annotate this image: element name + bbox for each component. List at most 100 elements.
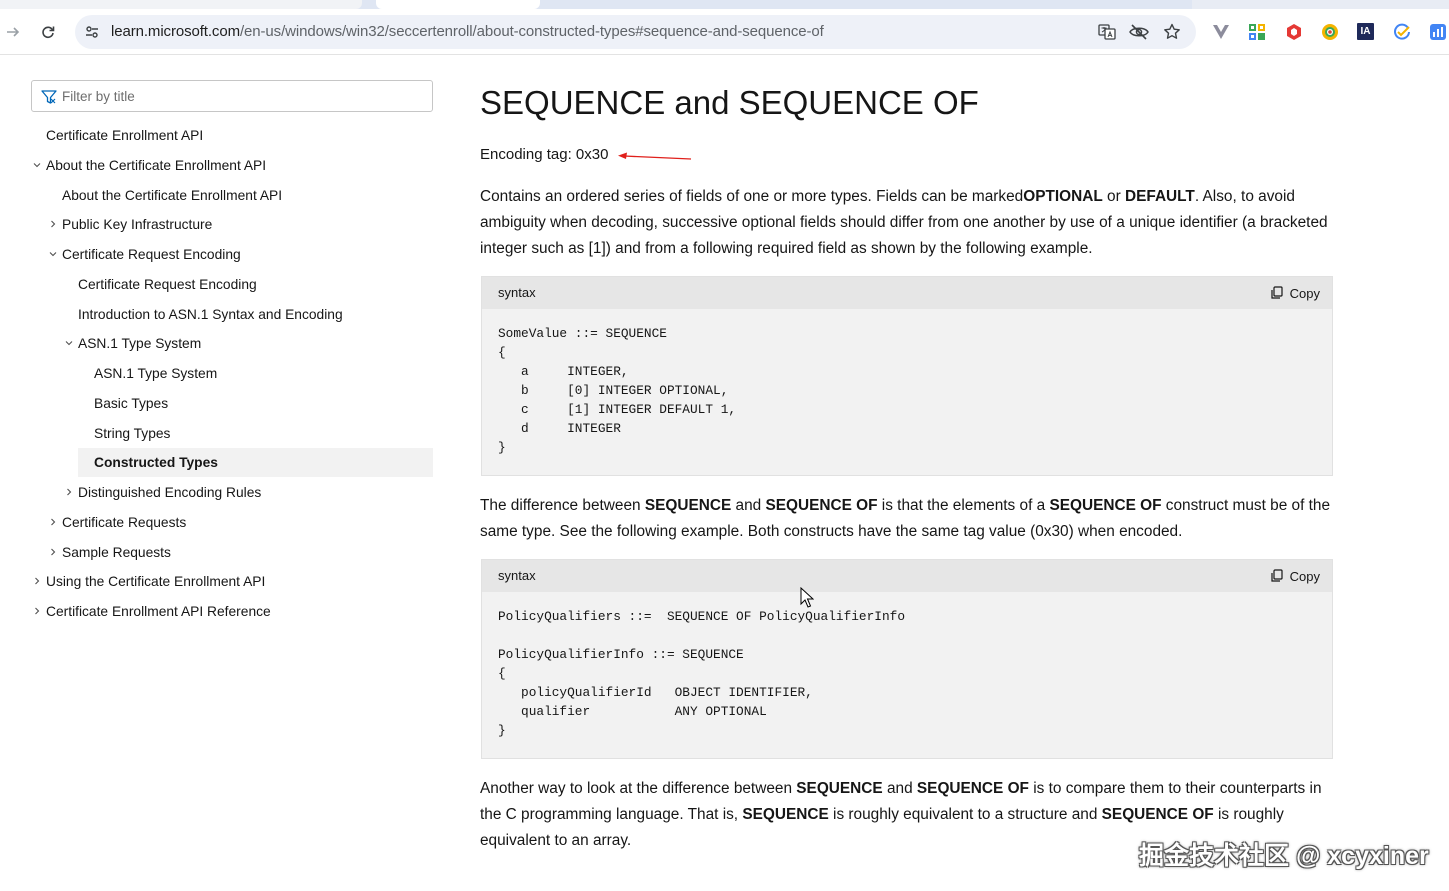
copy-label: Copy — [1289, 568, 1320, 584]
bold-term: OPTIONAL — [1023, 188, 1103, 205]
code-text[interactable]: PolicyQualifiers ::= SEQUENCE OF PolicyQ… — [482, 592, 1332, 740]
url-text[interactable]: learn.microsoft.com/en-us/windows/win32/… — [111, 23, 824, 40]
bold-term: SEQUENCE — [644, 497, 732, 514]
toc-item-label: ASN.1 Type System — [94, 366, 218, 381]
url-host: learn.microsoft.com — [111, 23, 240, 40]
toc-item-label: Public Key Infrastructure — [62, 217, 213, 233]
copy-label: Copy — [1289, 285, 1320, 301]
toc-item[interactable]: String Types — [94, 419, 170, 448]
toc-item[interactable]: Certificate Request Encoding — [49, 240, 241, 269]
browser-tab[interactable] — [1192, 0, 1449, 9]
toc-item[interactable]: Public Key Infrastructure — [51, 210, 213, 239]
bold-term: DEFAULT — [1125, 188, 1195, 205]
toc-item[interactable]: ASN.1 Type System — [65, 329, 202, 358]
toc-item-label: Certificate Enrollment API — [46, 128, 204, 143]
tab-strip — [0, 0, 1449, 9]
address-bar[interactable]: learn.microsoft.com/en-us/windows/win32/… — [75, 15, 1196, 49]
check-extension-icon[interactable] — [1393, 23, 1411, 41]
eye-off-icon[interactable] — [1129, 22, 1149, 42]
site-info-icon[interactable] — [83, 23, 101, 41]
toc-item[interactable]: Distinguished Encoding Rules — [67, 478, 262, 507]
filter-by-title-input[interactable] — [62, 86, 422, 106]
chevron-right-icon[interactable] — [32, 576, 42, 586]
copy-button[interactable]: Copy — [1270, 284, 1320, 302]
chevron-right-icon[interactable] — [64, 487, 74, 497]
watermark: 掘金技术社区 @ xcyxiner — [1139, 842, 1429, 870]
bold-term: SEQUENCE — [742, 806, 829, 823]
toc-item[interactable]: Basic Types — [94, 389, 168, 418]
browser-tab[interactable] — [376, 0, 540, 9]
chevron-down-icon[interactable] — [32, 160, 42, 170]
code-block-somevalue: syntax Copy SomeValue ::= SEQUENCE { a I… — [481, 276, 1333, 476]
toc-item-label: Certificate Request Encoding — [62, 247, 241, 262]
toc-item[interactable]: ASN.1 Type System — [94, 359, 217, 388]
toc-item-label: Using the Certificate Enrollment API — [46, 574, 266, 590]
filter-box[interactable] — [31, 80, 433, 112]
qr-extension-icon[interactable] — [1248, 23, 1266, 41]
code-text[interactable]: SomeValue ::= SEQUENCE { a INTEGER, b [0… — [482, 309, 1332, 457]
toc-item[interactable]: Certificate Enrollment API — [46, 121, 203, 150]
paragraph-intro: Contains an ordered series of fields of … — [480, 184, 1340, 262]
chart-extension-icon[interactable] — [1429, 23, 1447, 41]
filter-icon — [41, 90, 57, 104]
chevron-down-icon[interactable] — [64, 338, 74, 348]
ia-extension-icon[interactable]: IA — [1357, 23, 1374, 40]
toc-item-label: Sample Requests — [62, 544, 171, 560]
chrome-extension-icon[interactable] — [1321, 23, 1339, 41]
paragraph-difference: The difference between SEQUENCE and SEQU… — [480, 493, 1340, 545]
toc-item-selected[interactable]: Constructed Types — [78, 448, 433, 478]
chevron-down-icon[interactable] — [48, 249, 58, 259]
paragraph-text: Another way to look at the difference be… — [480, 780, 797, 797]
paragraph-text: and — [731, 497, 766, 514]
toc-item-label: Basic Types — [94, 395, 169, 411]
active-tab[interactable] — [0, 0, 362, 9]
url-path: /en-us/windows/win32/seccertenroll/about… — [239, 23, 824, 40]
shield-extension-icon[interactable] — [1285, 23, 1303, 41]
paragraph-text: Contains an ordered series of fields of … — [480, 188, 1024, 205]
toc-item-label: ASN.1 Type System — [78, 336, 202, 352]
toc-item-label: Certificate Enrollment API Reference — [46, 604, 271, 619]
translate-icon[interactable] — [1097, 22, 1117, 42]
toc-item-label: Certificate Requests — [62, 514, 187, 530]
bold-term: SEQUENCE OF — [1101, 806, 1214, 823]
toc-item-label: Introduction to ASN.1 Syntax and Encodin… — [78, 306, 343, 322]
toc-item-label: Constructed Types — [94, 455, 218, 471]
bold-term: SEQUENCE — [796, 780, 883, 797]
encoding-tag-text: Encoding tag: 0x30 — [480, 146, 609, 163]
toc-item[interactable]: Using the Certificate Enrollment API — [35, 567, 266, 596]
mouse-cursor-icon — [800, 587, 814, 608]
page-title: SEQUENCE and SEQUENCE OF — [480, 84, 979, 121]
code-block-policyqualifiers: syntax Copy PolicyQualifiers ::= SEQUENC… — [481, 559, 1333, 759]
code-block-header: syntax Copy — [482, 277, 1332, 309]
toc-item-label: Distinguished Encoding Rules — [78, 485, 262, 500]
chevron-right-icon[interactable] — [48, 219, 58, 229]
bookmark-star-icon[interactable] — [1162, 22, 1182, 42]
chevron-right-icon[interactable] — [48, 517, 58, 527]
toc-item[interactable]: Certificate Request Encoding — [78, 270, 257, 299]
copy-icon — [1271, 569, 1283, 582]
code-block-header: syntax Copy — [482, 560, 1332, 592]
red-annotation-arrow-icon — [618, 152, 692, 160]
vue-devtools-icon[interactable] — [1212, 23, 1230, 41]
forward-button[interactable] — [2, 21, 24, 43]
browser-toolbar: learn.microsoft.com/en-us/windows/win32/… — [0, 9, 1449, 55]
copy-button[interactable]: Copy — [1270, 567, 1320, 585]
paragraph-text: and — [882, 780, 917, 797]
toc-item[interactable]: About the Certificate Enrollment API — [62, 181, 282, 210]
paragraph-text: is that the elements of a — [877, 497, 1050, 514]
code-language-label: syntax — [498, 568, 536, 583]
toc-item[interactable]: Certificate Enrollment API Reference — [35, 597, 271, 626]
reload-button[interactable] — [37, 21, 59, 43]
toc-item[interactable]: Certificate Requests — [51, 508, 187, 537]
bold-term: SEQUENCE OF — [1049, 497, 1162, 514]
toc-item-label: About the Certificate Enrollment API — [46, 157, 267, 173]
toc-item-label: About the Certificate Enrollment API — [62, 187, 283, 203]
chevron-right-icon[interactable] — [32, 606, 42, 616]
toc-item[interactable]: About the Certificate Enrollment API — [33, 151, 267, 180]
toc-item[interactable]: Sample Requests — [51, 538, 171, 567]
forward-arrow-icon — [7, 27, 20, 37]
toc-item[interactable]: Introduction to ASN.1 Syntax and Encodin… — [78, 300, 343, 329]
bold-term: SEQUENCE OF — [765, 497, 878, 514]
code-language-label: syntax — [498, 285, 536, 300]
chevron-right-icon[interactable] — [48, 547, 58, 557]
